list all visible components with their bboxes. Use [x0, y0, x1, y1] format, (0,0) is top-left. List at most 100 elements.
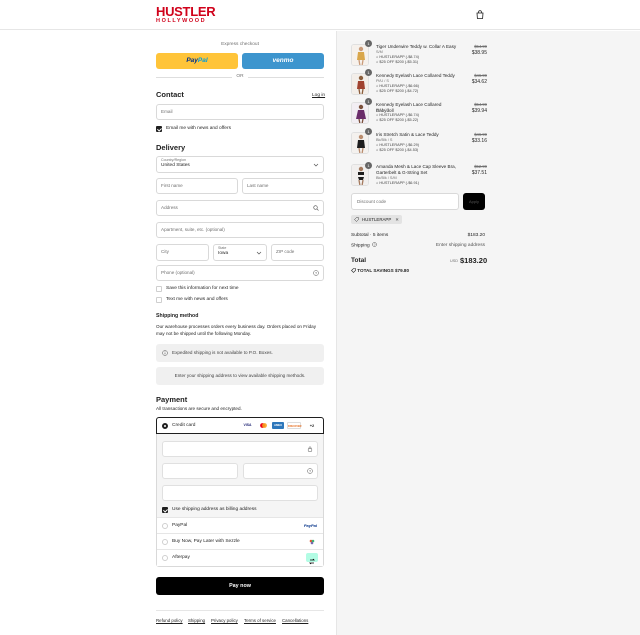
- discount-code-input[interactable]: Discount code: [351, 193, 459, 210]
- search-icon: [313, 205, 319, 211]
- total-savings: TOTAL SAVINGS $79.80: [351, 267, 409, 274]
- terms-of-service-link[interactable]: Terms of service: [244, 618, 276, 623]
- cart-item: 1 Iris Stretch Satin & Lace Teddy Bk/Blk…: [351, 128, 487, 160]
- email-field[interactable]: Email: [156, 104, 324, 120]
- login-link[interactable]: Log in: [312, 93, 325, 98]
- subtotal-value: $183.20: [467, 233, 485, 238]
- paypal-logo: PayPal: [303, 523, 317, 528]
- last-name-placeholder: Last name: [247, 183, 269, 188]
- sezzle-radio[interactable]: [162, 539, 168, 545]
- tag-icon: [354, 217, 359, 222]
- billing-same-label: Use shipping address as billing address: [172, 507, 257, 512]
- country-select[interactable]: Country/Region United States: [156, 156, 324, 173]
- help-icon[interactable]: ?: [307, 468, 313, 474]
- product-name: Tiger Underwire Teddy w. Collar A Easy: [376, 44, 457, 49]
- product-image: [351, 132, 369, 154]
- help-icon[interactable]: ?: [313, 270, 319, 276]
- applied-discount-chip: HUSTLERAPP ✕: [351, 215, 402, 224]
- payment-title: Payment: [156, 395, 188, 404]
- paypal-label: PayPal: [172, 523, 188, 528]
- cancellations-link[interactable]: Cancellations: [282, 618, 308, 623]
- paypal-express-button[interactable]: PayPal: [156, 53, 238, 69]
- checkout-form: Express checkout PayPal venmo OR Contact…: [0, 31, 336, 635]
- order-summary: 1 Tiger Underwire Teddy w. Collar A Easy…: [336, 31, 640, 635]
- quantity-badge: 1: [365, 162, 372, 169]
- first-name-field[interactable]: First name: [156, 178, 238, 194]
- shipping-row: Shipping ? Enter shipping address: [351, 242, 485, 249]
- help-icon[interactable]: ?: [372, 242, 377, 247]
- payment-subtitle: All transactions are secure and encrypte…: [156, 406, 242, 411]
- privacy-policy-link[interactable]: Privacy policy: [211, 618, 238, 623]
- cart-item: 1 Tiger Underwire Teddy w. Collar A Easy…: [351, 40, 487, 72]
- product-price: $33.16: [471, 138, 487, 144]
- total-value: $183.20: [460, 256, 488, 265]
- product-price: $38.95: [471, 50, 487, 56]
- paypal-radio[interactable]: [162, 523, 168, 529]
- address-placeholder: Address: [161, 205, 178, 210]
- state-select[interactable]: State Iowa: [213, 244, 267, 261]
- country-value: United States: [161, 163, 190, 168]
- cart-item: 1 Amanda Mesh & Lace Cap Sleeve Bra, Gar…: [351, 162, 487, 186]
- pay-now-button[interactable]: Pay now: [156, 577, 324, 595]
- afterpay-option[interactable]: Afterpay: [157, 550, 323, 566]
- sezzle-label: Buy Now, Pay Later with Sezzle: [172, 539, 240, 544]
- discover-icon: DISCOVER: [287, 422, 302, 429]
- expiration-field[interactable]: [162, 463, 238, 479]
- chevron-down-icon: [313, 163, 319, 167]
- po-box-notice: Expedited shipping is not available to P…: [156, 344, 324, 362]
- refund-policy-link[interactable]: Refund policy: [156, 618, 183, 623]
- info-icon: [162, 350, 168, 356]
- credit-card-option[interactable]: Credit card VISA AMEX DISCOVER +2: [156, 417, 324, 434]
- card-details: ? Use shipping address as billing addres…: [157, 434, 323, 518]
- express-checkout-label: Express checkout: [221, 42, 259, 47]
- cart-item: 1 Kennedy Eyelash Lace Collared Teddy Pl…: [351, 69, 487, 101]
- footer-links: Refund policy Shipping Privacy policy Te…: [156, 610, 324, 624]
- address-field[interactable]: Address: [156, 200, 324, 216]
- paypal-text-b: Pal: [197, 57, 208, 64]
- zip-placeholder: ZIP code: [276, 249, 295, 254]
- remove-discount-icon[interactable]: ✕: [395, 217, 399, 222]
- discount-code-line: HUSTLERAPP (-$6.29): [379, 143, 419, 147]
- offer-text: $25 OFF $200 (-$4.53): [379, 148, 419, 152]
- lock-icon: [307, 446, 313, 452]
- store-logo[interactable]: HUSTLER HOLLYWOOD: [156, 5, 216, 24]
- svg-text:?: ?: [374, 243, 376, 247]
- card-number-field[interactable]: [162, 441, 318, 457]
- name-on-card-field[interactable]: [162, 485, 318, 501]
- contact-title: Contact: [156, 90, 184, 99]
- quantity-badge: 1: [365, 98, 372, 105]
- apply-discount-button[interactable]: Apply: [463, 193, 485, 210]
- state-value: Iowa: [218, 251, 229, 256]
- venmo-express-button[interactable]: venmo: [242, 53, 324, 69]
- shipping-note: Our warehouse processes orders every bus…: [156, 324, 317, 336]
- zip-field[interactable]: ZIP code: [271, 244, 324, 261]
- sezzle-option[interactable]: Buy Now, Pay Later with Sezzle: [157, 534, 323, 550]
- billing-same-checkbox[interactable]: [162, 507, 168, 513]
- mastercard-icon: [258, 422, 269, 429]
- last-name-field[interactable]: Last name: [242, 178, 324, 194]
- afterpay-radio[interactable]: [162, 555, 168, 561]
- shipping-methods-placeholder: Enter your shipping address to view avai…: [156, 367, 324, 385]
- shipping-link[interactable]: Shipping: [188, 618, 205, 623]
- first-name-placeholder: First name: [161, 183, 183, 188]
- security-code-field[interactable]: ?: [243, 463, 318, 479]
- tag-icon: [351, 268, 356, 273]
- amex-icon: AMEX: [272, 422, 284, 429]
- shipping-label: Shipping: [351, 243, 370, 249]
- save-info-checkbox[interactable]: [156, 286, 162, 292]
- subtotal-label: Subtotal · 5 items: [351, 233, 389, 238]
- credit-card-radio[interactable]: [162, 423, 168, 429]
- quantity-badge: 1: [365, 69, 372, 76]
- offer-line: ⌂ $25 OFF $200 (-$4.72): [376, 89, 418, 94]
- text-me-checkbox[interactable]: [156, 297, 162, 303]
- original-price: $54.99: [474, 44, 487, 49]
- paypal-option[interactable]: PayPal PayPal: [157, 518, 323, 534]
- product-price: $34.62: [471, 79, 487, 85]
- shopping-bag-icon[interactable]: [476, 10, 484, 19]
- apartment-field[interactable]: Apartment, suite, etc. (optional): [156, 222, 324, 238]
- phone-field[interactable]: Phone (optional) ?: [156, 265, 324, 281]
- newsletter-checkbox[interactable]: [156, 126, 162, 132]
- newsletter-label: Email me with news and offers: [166, 126, 231, 131]
- product-image: [351, 73, 369, 95]
- city-field[interactable]: City: [156, 244, 209, 261]
